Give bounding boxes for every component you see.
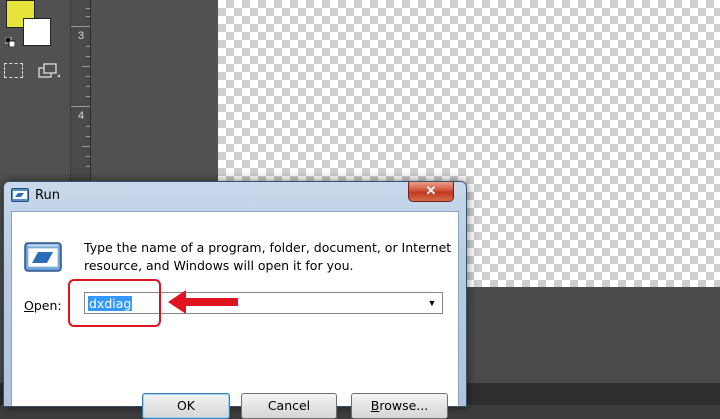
default-colors-icon[interactable] [5, 37, 15, 47]
browse-button[interactable]: Browse... [351, 393, 448, 419]
ruler-label: 3 [78, 30, 85, 42]
open-label: Open: [24, 298, 62, 313]
open-label-rest: pen: [33, 298, 62, 313]
dialog-title: Run [35, 188, 60, 203]
ruler-label: 4 [78, 110, 85, 122]
background-color-swatch[interactable] [23, 18, 51, 46]
screen-mode-icon[interactable] [38, 63, 60, 79]
run-icon [24, 242, 62, 272]
run-icon [11, 188, 29, 202]
cancel-button[interactable]: Cancel [241, 393, 337, 419]
ok-button[interactable]: OK [142, 393, 230, 419]
close-icon: ✕ [425, 183, 437, 198]
arrow-annotation [168, 290, 238, 314]
close-button[interactable]: ✕ [408, 182, 454, 202]
quick-mask-icon[interactable] [4, 63, 23, 78]
open-label-accel: O [24, 298, 34, 313]
highlight-box [68, 279, 161, 327]
browse-rest: rowse... [379, 398, 429, 413]
dialog-message: Type the name of a program, folder, docu… [84, 240, 452, 273]
dialog-titlebar[interactable]: Run ✕ [4, 182, 466, 210]
chevron-down-icon[interactable]: ▼ [425, 296, 439, 310]
